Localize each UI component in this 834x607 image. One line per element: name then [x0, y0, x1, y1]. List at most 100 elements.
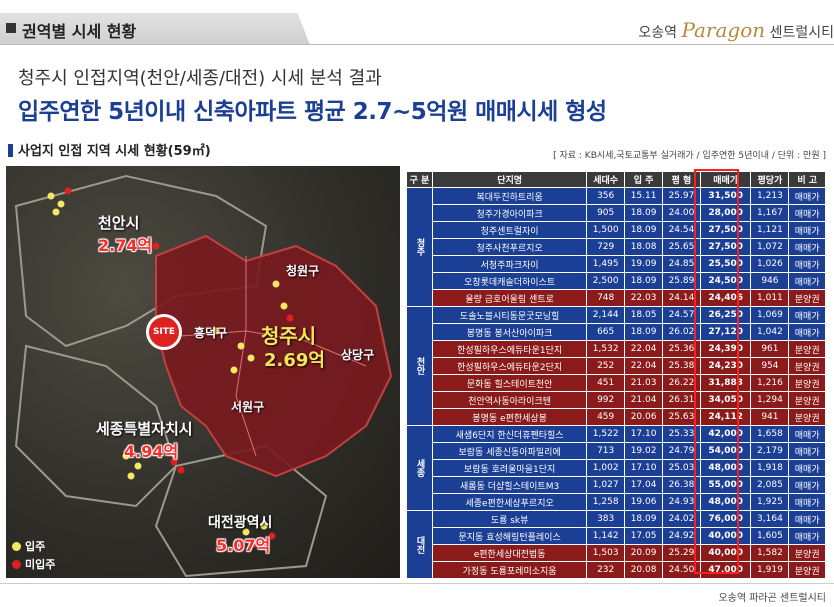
footer-text: 오송역 파라곤 센트럴시티 [718, 593, 826, 604]
table-cell: 2,500 [586, 272, 626, 290]
table-cell: 1,918 [750, 459, 790, 477]
table-cell: 1,069 [750, 306, 790, 324]
table-cell: 도룡 sk뷰 [431, 510, 588, 528]
table-row: 청주센트럴자이 1,500 18.09 24.54 27,500 1,121 매매가 [407, 221, 826, 239]
table-cell: e편한세상대전법동 [431, 544, 588, 562]
headline: 입주연한 5년이내 신축아파트 평균 2.7~5억원 매매시세 형성 [18, 99, 607, 125]
brand-suffix: 센트럴시티 [769, 25, 834, 41]
table-cell: 24.57 [662, 306, 701, 324]
table-cell: 48,000 [699, 493, 752, 511]
table-row: 청주사천푸르지오 729 18.08 25.65 27,500 1,072 매매가 [407, 238, 826, 256]
table-cell: 매매가 [788, 476, 826, 494]
table-cell: 매매가 [788, 204, 826, 222]
table-cell: 31,883 [699, 374, 752, 392]
table-cell: 665 [586, 323, 626, 341]
table-cell: 1,258 [586, 493, 626, 511]
table-cell: 17.04 [624, 476, 664, 494]
table-row: 봉명동 봉서산아이파크 665 18.09 26.02 27,120 1,042 매매가 [407, 323, 826, 341]
col-header: 평당가 [750, 171, 790, 188]
label-seowon: 서원구 [231, 400, 265, 414]
table-cell: 24.79 [662, 442, 701, 460]
table-cell: 356 [586, 187, 626, 205]
table-cell: 1,522 [586, 425, 626, 443]
table-cell: 1,042 [750, 323, 790, 341]
table-cell: 18.05 [624, 306, 664, 324]
footer-divider [0, 583, 834, 584]
table-cell: 1,011 [750, 289, 790, 307]
label-cheongju: 청주시 [261, 324, 317, 348]
table-cell: 분양권 [788, 561, 826, 579]
table-cell: 76,000 [699, 510, 752, 528]
table-cell: 1,142 [586, 527, 626, 545]
table-cell: 26,250 [699, 306, 752, 324]
table-cell: 34,050 [699, 391, 752, 409]
table-row: 보람동 호려울마을1단지 1,002 17.10 25.03 48,000 1,918 매매… [407, 459, 826, 477]
table-cell: 1,213 [750, 187, 790, 205]
table-cell: 서청주파크자이 [431, 255, 588, 273]
table-row: 오창롯데캐슬더하이스트 2,500 18.09 25.89 24,500 946 매매가 [407, 272, 826, 290]
table-cell: 매매가 [788, 323, 826, 341]
table-cell: 15.11 [624, 187, 664, 205]
label-daejeon: 대전광역시 [208, 515, 273, 531]
label-sejong: 세종특별자치시 [96, 420, 193, 438]
region-cell: 세종 [406, 425, 433, 511]
table-cell: 905 [586, 204, 626, 222]
table-cell: 2,179 [750, 442, 790, 460]
table-cell: 1,500 [586, 221, 626, 239]
table-cell: 24.00 [662, 204, 701, 222]
table-cell: 383 [586, 510, 626, 528]
table-cell: 24.02 [662, 510, 701, 528]
table-cell: 40,000 [699, 527, 752, 545]
region-cell: 대전 [406, 510, 433, 579]
col-header: 평 형 [662, 171, 701, 188]
col-header: 입 주 [624, 171, 664, 188]
table-row: 율량 금호어울림 센트로 748 22.03 24.14 24,406 1,011 분양권 [407, 289, 826, 307]
table-cell: 17.10 [624, 425, 664, 443]
table-cell: 새롬동 더샵힐스테이트M3 [431, 476, 588, 494]
table-cell: 매매가 [788, 255, 826, 273]
table-cell: 24.50 [662, 561, 701, 579]
map-marker-done [52, 208, 60, 216]
table-cell: 748 [586, 289, 626, 307]
table-cell: 18.09 [624, 204, 664, 222]
table-cell: 1,121 [750, 221, 790, 239]
table-row: 보람동 세종신동아파밀리에 713 19.02 24.79 54,000 2,179 매매가 [407, 442, 826, 460]
map-marker-plan [64, 187, 72, 195]
table-cell: 1,495 [586, 255, 626, 273]
table-cell: 18.08 [624, 238, 664, 256]
table-cell: 25.29 [662, 544, 701, 562]
table-cell: 1,582 [750, 544, 790, 562]
legend-item-plan: 미입주 [12, 556, 55, 572]
map-marker-done [127, 472, 135, 480]
table-cell: 25.03 [662, 459, 701, 477]
table-cell: 26.38 [662, 476, 701, 494]
table-cell: 26.02 [662, 323, 701, 341]
table-cell: 한성필하우스에듀타운2단지 [431, 357, 588, 375]
header-divider [0, 44, 834, 45]
table-row: 세종e편한세상푸르지오 1,258 19.06 24.93 48,000 1,925 매매가 [407, 493, 826, 511]
table-row: 가정동 도룡포레미소지움 232 20.08 24.50 47,000 1,919 분양권 [407, 561, 826, 579]
value-cheonan: 2.74억 [98, 236, 153, 255]
table-cell: 문화동 힐스테이트천안 [431, 374, 588, 392]
bullet-square-icon [6, 23, 16, 33]
table-cell: 오창롯데캐슬더하이스트 [431, 272, 588, 290]
map-marker-done [247, 354, 255, 362]
table-cell: 청주사천푸르지오 [431, 238, 588, 256]
table-cell: 2,144 [586, 306, 626, 324]
table-row: 문화동 힐스테이트천안 451 21.03 26.22 31,883 1,216 분양권 [407, 374, 826, 392]
table-cell: 1,026 [750, 255, 790, 273]
table-cell: 946 [750, 272, 790, 290]
table-row: 천안역사동아라이크텐 992 21.04 26.31 34,050 1,294 분양권 [407, 391, 826, 409]
table-cell: 27,120 [699, 323, 752, 341]
legend-dot-done [12, 541, 21, 551]
table-cell: 2,085 [750, 476, 790, 494]
map-legend: 입주 미입주 [12, 536, 55, 572]
table-cell: 21.03 [624, 374, 664, 392]
col-header: 매매가 [699, 171, 752, 188]
brand-name: Paragon [681, 18, 766, 42]
table-cell: 1,658 [750, 425, 790, 443]
map-marker-done [47, 192, 55, 200]
table-row: 세종 새샘6단지 한신더휴펜타힐스 1,522 17.10 25.33 42,000 1,6… [406, 425, 826, 511]
label-cheonan: 천안시 [98, 214, 140, 232]
subtitle: 청주시 인접지역(천안/세종/대전) 시세 분석 결과 [18, 68, 382, 89]
